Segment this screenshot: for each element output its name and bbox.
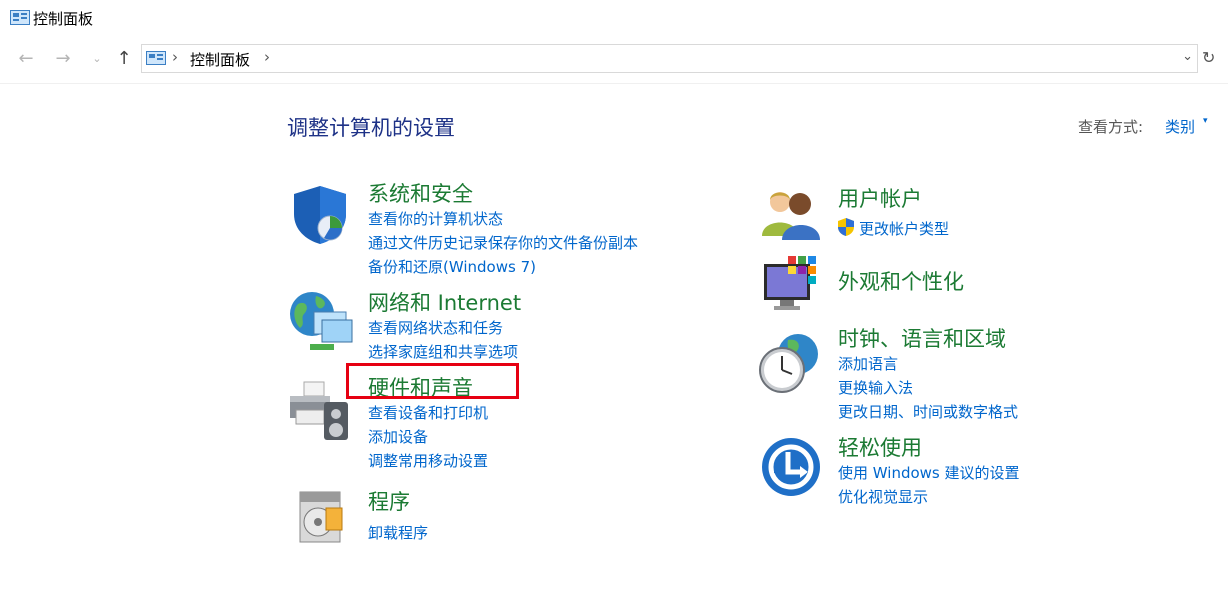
- divider: [0, 83, 1228, 84]
- programs-icon[interactable]: [296, 488, 348, 546]
- refresh-icon[interactable]: ↻: [1202, 48, 1215, 67]
- link-mobility-settings[interactable]: 调整常用移动设置: [368, 450, 488, 471]
- address-bar[interactable]: › 控制面板 › ⌄: [141, 44, 1198, 73]
- link-file-history-backup[interactable]: 通过文件历史记录保存你的文件备份副本: [368, 232, 638, 253]
- window-title: 控制面板: [33, 10, 94, 28]
- printer-speaker-icon[interactable]: [288, 380, 352, 442]
- breadcrumb-separator[interactable]: ›: [264, 48, 270, 66]
- link-change-date-time-format[interactable]: 更改日期、时间或数字格式: [838, 401, 1018, 422]
- link-view-computer-status[interactable]: 查看你的计算机状态: [368, 208, 503, 229]
- link-uninstall-program[interactable]: 卸载程序: [368, 522, 428, 543]
- highlight-box: [346, 363, 519, 399]
- link-homegroup-sharing[interactable]: 选择家庭组和共享选项: [368, 341, 518, 362]
- title-bar: 控制面板: [0, 0, 1228, 36]
- breadcrumb-separator[interactable]: ›: [172, 48, 178, 66]
- uac-shield-icon: [838, 218, 854, 236]
- link-backup-restore-win7[interactable]: 备份和还原(Windows 7): [368, 256, 536, 277]
- shield-icon[interactable]: [290, 184, 350, 246]
- back-arrow-icon[interactable]: ←: [15, 48, 37, 70]
- category-appearance[interactable]: 外观和个性化: [838, 266, 964, 296]
- link-network-status[interactable]: 查看网络状态和任务: [368, 317, 503, 338]
- control-panel-icon: [10, 10, 30, 25]
- link-add-device[interactable]: 添加设备: [368, 426, 428, 447]
- category-ease-of-access[interactable]: 轻松使用: [838, 432, 922, 462]
- link-add-language[interactable]: 添加语言: [838, 353, 898, 374]
- control-panel-icon: [146, 51, 166, 65]
- link-devices-printers[interactable]: 查看设备和打印机: [368, 402, 488, 423]
- link-change-account-type[interactable]: 更改帐户类型: [859, 218, 949, 239]
- link-optimize-visual-display[interactable]: 优化视觉显示: [838, 486, 928, 507]
- link-change-input-method[interactable]: 更换输入法: [838, 377, 913, 398]
- appearance-monitor-icon[interactable]: [762, 254, 824, 314]
- view-by-label: 查看方式:: [1078, 118, 1144, 136]
- category-user-accounts[interactable]: 用户帐户: [838, 183, 922, 213]
- up-arrow-icon[interactable]: ↑: [113, 48, 135, 70]
- caret-down-icon[interactable]: ▾: [1203, 116, 1208, 126]
- address-dropdown-icon[interactable]: ⌄: [1182, 49, 1193, 64]
- category-network-internet[interactable]: 网络和 Internet: [368, 287, 521, 317]
- category-system-security[interactable]: 系统和安全: [368, 178, 473, 208]
- view-by-dropdown[interactable]: 类别: [1165, 116, 1195, 137]
- link-recommended-settings[interactable]: 使用 Windows 建议的设置: [838, 462, 1020, 483]
- category-clock-language-region[interactable]: 时钟、语言和区域: [838, 323, 1006, 353]
- page-title: 调整计算机的设置: [287, 116, 455, 140]
- network-globe-icon[interactable]: [288, 290, 354, 354]
- forward-arrow-icon[interactable]: →: [52, 48, 74, 70]
- category-programs[interactable]: 程序: [368, 486, 410, 516]
- breadcrumb-control-panel[interactable]: 控制面板: [190, 49, 250, 70]
- user-accounts-icon[interactable]: [760, 186, 822, 240]
- clock-globe-icon[interactable]: [758, 332, 822, 394]
- chevron-down-icon[interactable]: ⌄: [86, 48, 108, 70]
- ease-of-access-icon[interactable]: [760, 436, 822, 498]
